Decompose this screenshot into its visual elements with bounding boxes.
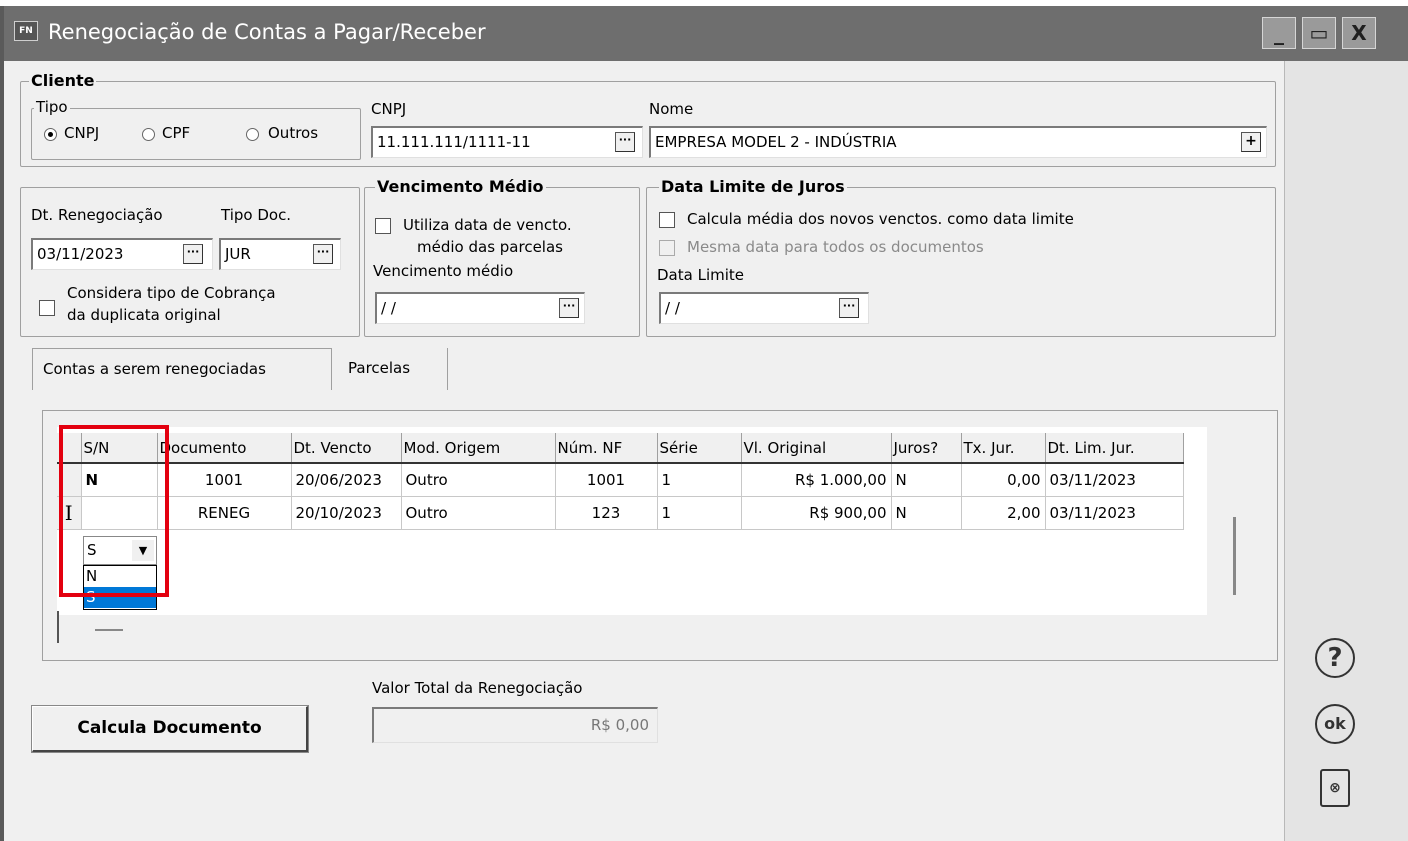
calcula-documento-button[interactable]: Calcula Documento bbox=[31, 705, 309, 753]
data-limite-picker-button[interactable]: ··· bbox=[839, 298, 859, 318]
cell-vl-original[interactable]: R$ 900,00 bbox=[741, 496, 892, 530]
tipo-group-title: Tipo bbox=[34, 98, 70, 116]
sn-highlight-box bbox=[59, 425, 169, 597]
app-icon: FN bbox=[14, 21, 38, 41]
vencimento-medio-picker-button[interactable]: ··· bbox=[559, 298, 579, 318]
cell-serie[interactable]: 1 bbox=[657, 463, 742, 497]
cell-juros[interactable]: N bbox=[891, 463, 962, 497]
close-button[interactable]: X bbox=[1342, 17, 1376, 49]
minimize-button[interactable]: _ bbox=[1262, 17, 1296, 49]
radio-cnpj[interactable] bbox=[44, 128, 57, 141]
cell-dt-lim-jur[interactable]: 03/11/2023 bbox=[1045, 496, 1184, 530]
table-row[interactable]: N 1001 20/06/2023 Outro 1001 1 R$ 1.000,… bbox=[57, 463, 1184, 497]
horizontal-scrollbar[interactable] bbox=[95, 629, 123, 631]
nome-label: Nome bbox=[649, 100, 694, 118]
col-header-documento[interactable]: Documento bbox=[157, 433, 292, 464]
vencimento-medio-check-label-1: Utiliza data de vencto. bbox=[403, 216, 572, 234]
mesma-data-checkbox bbox=[659, 240, 675, 256]
vencimento-medio-title: Vencimento Médio bbox=[375, 177, 546, 196]
cell-vl-original[interactable]: R$ 1.000,00 bbox=[741, 463, 892, 497]
data-limite-field[interactable]: / / bbox=[659, 292, 869, 324]
cliente-group: Cliente Tipo CNPJ CPF Outros CNPJ 11.111… bbox=[20, 71, 1276, 167]
grid-panel: S/N Documento Dt. Vencto Mod. Origem Núm… bbox=[42, 410, 1278, 661]
maximize-button[interactable]: ▭ bbox=[1302, 17, 1336, 49]
valor-total-label: Valor Total da Renegociação bbox=[372, 679, 583, 697]
vertical-scrollbar[interactable] bbox=[1233, 517, 1236, 595]
radio-outros-label: Outros bbox=[268, 124, 319, 142]
col-header-vl-original[interactable]: Vl. Original bbox=[741, 433, 892, 464]
cell-juros[interactable]: N bbox=[891, 496, 962, 530]
vencimento-medio-label: Vencimento médio bbox=[373, 262, 514, 280]
calcula-media-checkbox[interactable] bbox=[659, 212, 675, 228]
cell-documento[interactable]: RENEG bbox=[157, 496, 292, 530]
radio-outros[interactable] bbox=[246, 128, 259, 141]
calcula-media-label: Calcula média dos novos venctos. como da… bbox=[687, 210, 1074, 228]
maximize-icon: ▭ bbox=[1309, 21, 1329, 45]
considera-cobranca-checkbox[interactable] bbox=[39, 300, 55, 316]
grid-left-border bbox=[57, 611, 59, 643]
tipo-doc-lookup-button[interactable]: ··· bbox=[313, 244, 333, 264]
col-header-mod-origem[interactable]: Mod. Origem bbox=[401, 433, 556, 464]
cell-num-nf[interactable]: 1001 bbox=[555, 463, 658, 497]
col-header-juros[interactable]: Juros? bbox=[891, 433, 962, 464]
col-header-num-nf[interactable]: Núm. NF bbox=[555, 433, 658, 464]
cell-mod-origem[interactable]: Outro bbox=[401, 463, 556, 497]
dt-renegociacao-picker-button[interactable]: ··· bbox=[183, 244, 203, 264]
form-content: Cliente Tipo CNPJ CPF Outros CNPJ 11.111… bbox=[8, 61, 1284, 841]
contas-table: S/N Documento Dt. Vencto Mod. Origem Núm… bbox=[57, 433, 1184, 530]
renegociacao-window: FN Renegociação de Contas a Pagar/Recebe… bbox=[0, 6, 1408, 841]
data-limite-juros-title: Data Limite de Juros bbox=[659, 177, 847, 196]
radio-cpf-label: CPF bbox=[162, 124, 191, 142]
cnpj-label: CNPJ bbox=[371, 100, 407, 118]
minimize-icon: _ bbox=[1274, 21, 1284, 45]
cell-dt-vencto[interactable]: 20/10/2023 bbox=[291, 496, 402, 530]
cell-mod-origem[interactable]: Outro bbox=[401, 496, 556, 530]
tipo-group: Tipo CNPJ CPF Outros bbox=[31, 98, 361, 160]
cliente-group-title: Cliente bbox=[29, 71, 97, 90]
cell-tx-jur[interactable]: 2,00 bbox=[961, 496, 1046, 530]
radio-cnpj-label: CNPJ bbox=[64, 124, 100, 142]
considera-cobranca-label-1: Considera tipo de Cobrança bbox=[67, 284, 276, 302]
radio-cpf[interactable] bbox=[142, 128, 155, 141]
col-header-serie[interactable]: Série bbox=[657, 433, 742, 464]
cell-num-nf[interactable]: 123 bbox=[555, 496, 658, 530]
contas-grid[interactable]: S/N Documento Dt. Vencto Mod. Origem Núm… bbox=[57, 427, 1236, 615]
vencimento-medio-check-label-2: médio das parcelas bbox=[417, 238, 563, 256]
window-title: Renegociação de Contas a Pagar/Receber bbox=[48, 20, 486, 44]
col-header-tx-jur[interactable]: Tx. Jur. bbox=[961, 433, 1046, 464]
data-limite-label: Data Limite bbox=[657, 266, 744, 284]
grid-header-row: S/N Documento Dt. Vencto Mod. Origem Núm… bbox=[57, 433, 1184, 464]
tab-contas-renegociadas[interactable]: Contas a serem renegociadas bbox=[32, 348, 332, 390]
ok-icon[interactable]: ok bbox=[1315, 704, 1355, 744]
mesma-data-label: Mesma data para todos os documentos bbox=[687, 238, 984, 256]
vencimento-medio-group: Vencimento Médio Utiliza data de vencto.… bbox=[364, 177, 640, 337]
cnpj-field[interactable]: 11.111.111/1111-11 bbox=[371, 126, 643, 158]
valor-total-field: R$ 0,00 bbox=[372, 707, 658, 743]
dt-renegociacao-label: Dt. Renegociação bbox=[31, 206, 163, 224]
cell-serie[interactable]: 1 bbox=[657, 496, 742, 530]
close-icon: X bbox=[1351, 21, 1367, 45]
considera-cobranca-label-2: da duplicata original bbox=[67, 306, 221, 324]
cancel-document-icon[interactable]: ⊗ bbox=[1320, 769, 1350, 807]
right-action-panel: ? ok ⊗ bbox=[1284, 61, 1408, 841]
cell-documento[interactable]: 1001 bbox=[157, 463, 292, 497]
tab-parcelas[interactable]: Parcelas bbox=[338, 348, 448, 390]
cnpj-lookup-button[interactable]: ··· bbox=[615, 132, 635, 152]
col-header-dt-lim-jur[interactable]: Dt. Lim. Jur. bbox=[1045, 433, 1184, 464]
renegociacao-group: Dt. Renegociação 03/11/2023 ··· Tipo Doc… bbox=[20, 187, 360, 337]
vencimento-medio-checkbox[interactable] bbox=[375, 218, 391, 234]
vencimento-medio-field[interactable]: / / bbox=[375, 292, 585, 324]
cell-dt-vencto[interactable]: 20/06/2023 bbox=[291, 463, 402, 497]
col-header-dt-vencto[interactable]: Dt. Vencto bbox=[291, 433, 402, 464]
help-icon[interactable]: ? bbox=[1315, 638, 1355, 678]
nome-field[interactable]: EMPRESA MODEL 2 - INDÚSTRIA bbox=[649, 126, 1267, 158]
cell-dt-lim-jur[interactable]: 03/11/2023 bbox=[1045, 463, 1184, 497]
nome-add-button[interactable]: + bbox=[1241, 132, 1261, 152]
cell-tx-jur[interactable]: 0,00 bbox=[961, 463, 1046, 497]
data-limite-juros-group: Data Limite de Juros Calcula média dos n… bbox=[646, 177, 1276, 337]
table-row[interactable]: I RENEG 20/10/2023 Outro 123 1 R$ 900,00… bbox=[57, 496, 1184, 530]
title-bar: FN Renegociação de Contas a Pagar/Recebe… bbox=[4, 6, 1408, 61]
tipo-doc-label: Tipo Doc. bbox=[221, 206, 292, 224]
